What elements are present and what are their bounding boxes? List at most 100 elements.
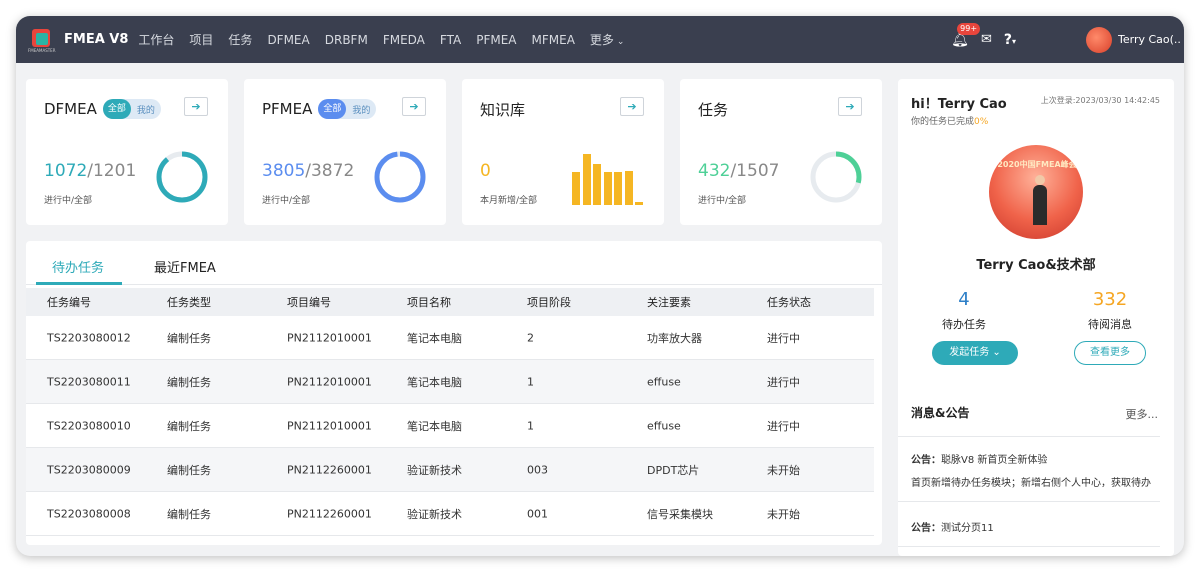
scope-mine[interactable]: 我的 — [346, 103, 376, 116]
start-task-label: 发起任务 — [949, 347, 990, 358]
cell-focus-element: effuse — [647, 375, 681, 388]
notification-badge: 99+ — [957, 22, 981, 35]
nav-more-label: 更多 — [589, 33, 614, 47]
tasks-card: 任务 ➔ 432/1507 进行中/全部 — [680, 79, 882, 225]
open-arrow-button[interactable]: ➔ — [402, 97, 426, 116]
scope-toggle[interactable]: 全部 我的 — [318, 99, 377, 119]
cell-task-status: 进行中 — [767, 419, 800, 433]
nav-item-mfmea[interactable]: MFMEA — [532, 33, 575, 47]
messages-more-link[interactable]: 更多... — [1126, 406, 1159, 422]
cell-project-id: PN2112260001 — [287, 463, 372, 476]
cell-task-id: TS2203080012 — [47, 331, 131, 344]
col-project-stage[interactable]: 项目阶段 — [527, 294, 571, 310]
nav-item-projects[interactable]: 项目 — [189, 31, 213, 48]
nav-item-drbfm[interactable]: DRBFM — [325, 33, 368, 47]
help-icon[interactable]: ?▾ — [1004, 32, 1016, 48]
avatar[interactable] — [1086, 26, 1112, 53]
nav-item-pfmea[interactable]: PFMEA — [476, 33, 516, 47]
cell-project-name: 验证新技术 — [407, 463, 462, 477]
cell-task-id: TS2203080009 — [47, 463, 131, 476]
start-task-button[interactable]: 发起任务 ⌄ — [932, 341, 1018, 365]
brand-title[interactable]: FMEA V8 — [64, 32, 128, 47]
cell-project-stage: 1 — [527, 419, 534, 432]
nav-item-tasks[interactable]: 任务 — [228, 31, 252, 48]
nav-item-dfmea[interactable]: DFMEA — [267, 33, 309, 47]
card-caption: 本月新增/全部 — [480, 196, 538, 206]
open-arrow-button[interactable]: ➔ — [184, 97, 208, 116]
unread-count: 332 — [1092, 289, 1128, 310]
completion-label: 你的任务已完成 — [911, 117, 975, 127]
cell-project-id: PN2112010001 — [287, 419, 372, 432]
chevron-down-icon: ⌄ — [616, 37, 625, 47]
mini-bar — [614, 172, 622, 205]
bell-icon[interactable]: 🔔︎ 99+ — [951, 22, 981, 48]
tab-recent-fmea[interactable]: 最近FMEA — [154, 257, 216, 276]
mini-bar — [572, 172, 580, 205]
table-row[interactable]: TS2203080008 编制任务 PN2112260001 验证新技术 001… — [26, 492, 874, 536]
progress-ring-arc — [156, 151, 208, 203]
scope-all[interactable]: 全部 — [102, 99, 131, 119]
col-task-type[interactable]: 任务类型 — [167, 294, 211, 310]
scope-all[interactable]: 全部 — [318, 99, 347, 119]
cell-project-id: PN2112260001 — [287, 507, 372, 520]
cell-project-stage: 1 — [527, 375, 534, 388]
unread-label: 待阅消息 — [1088, 318, 1132, 331]
cell-task-id: TS2203080008 — [47, 507, 131, 520]
col-task-id[interactable]: 任务编号 — [47, 294, 91, 310]
divider — [898, 546, 1160, 547]
chevron-down-icon: ⌄ — [992, 347, 1001, 358]
user-menu[interactable]: Terry Cao(... — [1118, 33, 1182, 46]
open-arrow-button[interactable]: ➔ — [838, 97, 862, 116]
tab-todo-tasks[interactable]: 待办任务 — [52, 257, 104, 276]
cell-task-status: 未开始 — [767, 507, 800, 521]
logo-icon[interactable]: FMEAMASTER — [28, 28, 56, 53]
progress-ring — [810, 151, 862, 203]
card-title: 知识库 — [480, 101, 526, 119]
cell-project-name: 笔记本电脑 — [407, 331, 462, 345]
notice-item[interactable]: 公告：测试分页11 — [911, 519, 994, 534]
scope-toggle[interactable]: 全部 我的 — [102, 99, 161, 119]
view-more-button[interactable]: 查看更多 — [1074, 341, 1146, 365]
dfmea-card: DFMEA 全部 我的 ➔ 1072/1201 进行中/全部 — [26, 79, 228, 225]
task-table-card: 待办任务 最近FMEA 任务编号 任务类型 项目编号 项目名称 项目阶段 关注要… — [26, 241, 882, 545]
cell-task-type: 编制任务 — [167, 375, 211, 389]
mini-bar — [593, 164, 601, 205]
top-navbar: FMEAMASTER FMEA V8 工作台 项目 任务 DFMEA DRBFM… — [16, 16, 1184, 63]
profile-avatar[interactable]: 2020中国FMEA峰会 — [989, 145, 1083, 239]
arrow-right-icon: ➔ — [409, 100, 419, 113]
pfmea-card: PFMEA 全部 我的 ➔ 3805/3872 进行中/全部 — [244, 79, 446, 225]
cell-focus-element: DPDT芯片 — [647, 463, 700, 477]
messages-title: 消息&公告 — [911, 406, 970, 420]
count-new: 0 — [480, 161, 491, 181]
logo-caption: FMEAMASTER — [28, 47, 56, 53]
table-row[interactable]: TS2203080010 编制任务 PN2112010001 笔记本电脑 1 e… — [26, 404, 874, 448]
notice-item[interactable]: 公告：聪脉V8 新首页全新体验 — [911, 451, 1047, 466]
card-title: 任务 — [698, 101, 729, 119]
table-row[interactable]: TS2203080011 编制任务 PN2112010001 笔记本电脑 1 e… — [26, 360, 874, 404]
open-arrow-button[interactable]: ➔ — [620, 97, 644, 116]
chat-icon[interactable]: ✉︎ — [981, 32, 992, 47]
col-project-name[interactable]: 项目名称 — [407, 294, 451, 310]
todo-stat[interactable]: 4 待办任务 — [914, 289, 1014, 332]
scope-mine[interactable]: 我的 — [131, 103, 161, 116]
cell-task-status: 进行中 — [767, 375, 800, 389]
col-task-status[interactable]: 任务状态 — [767, 294, 811, 310]
card-caption: 进行中/全部 — [44, 196, 93, 206]
nav-item-workbench[interactable]: 工作台 — [138, 31, 174, 48]
nav-item-fmeda[interactable]: FMEDA — [383, 33, 425, 47]
col-project-id[interactable]: 项目编号 — [287, 294, 331, 310]
table-row[interactable]: TS2203080009 编制任务 PN2112260001 验证新技术 003… — [26, 448, 874, 492]
nav-item-fta[interactable]: FTA — [440, 33, 461, 47]
completion-value: 0% — [974, 117, 989, 127]
unread-stat[interactable]: 332 待阅消息 — [1060, 289, 1160, 332]
cell-project-stage: 001 — [527, 507, 548, 520]
cell-project-stage: 003 — [527, 463, 548, 476]
cell-task-type: 编制任务 — [167, 507, 211, 521]
notice-detail: 首页新增待办任务模块；新增右侧个人中心，获取待办 — [911, 478, 1151, 489]
progress-ring — [374, 151, 426, 203]
notice-text: 聪脉V8 新首页全新体验 — [941, 455, 1048, 466]
table-row[interactable]: TS2203080012 编制任务 PN2112010001 笔记本电脑 2 功… — [26, 316, 874, 360]
nav-item-more[interactable]: 更多 ⌄ — [590, 31, 640, 48]
cell-project-name: 笔记本电脑 — [407, 375, 462, 389]
col-focus-element[interactable]: 关注要素 — [647, 294, 691, 310]
